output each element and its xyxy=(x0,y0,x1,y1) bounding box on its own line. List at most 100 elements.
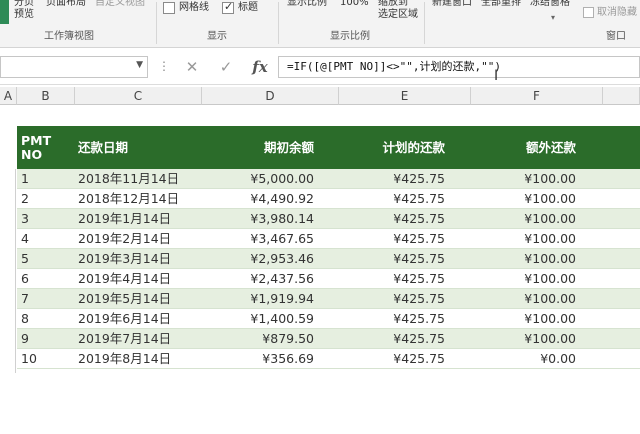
page-break-preview-label-1: 分页 xyxy=(14,0,34,8)
zoom-button[interactable]: 显示比例 xyxy=(287,0,327,9)
cell-balance[interactable]: ¥4,490.92 xyxy=(202,189,314,209)
column-header-a[interactable]: A xyxy=(0,87,17,105)
cell-date[interactable]: 2019年1月14日 xyxy=(78,209,171,229)
cell-pmt-no[interactable]: 4 xyxy=(21,229,29,249)
ribbon-view-tab: 分页 预览 页面布局 自定义视图 工作簿视图 网格线 ✓ 标题 显示 显示比例 … xyxy=(0,0,640,48)
cell-extra[interactable]: ¥100.00 xyxy=(457,249,576,269)
table-row: 7 2019年5月14日 ¥1,919.94 ¥425.75 ¥100.00 xyxy=(17,289,640,309)
enter-formula-button[interactable]: ✓ xyxy=(212,56,240,78)
new-window-button[interactable]: 新建窗口 xyxy=(432,0,472,9)
cell-balance[interactable]: ¥2,437.56 xyxy=(202,269,314,289)
cell-scheduled[interactable]: ¥425.75 xyxy=(327,329,445,349)
cell-scheduled[interactable]: ¥425.75 xyxy=(327,209,445,229)
cell-extra[interactable]: ¥100.00 xyxy=(457,329,576,349)
cell-scheduled[interactable]: ¥425.75 xyxy=(327,249,445,269)
headings-label: 标题 xyxy=(238,2,258,13)
cell-date[interactable]: 2018年11月14日 xyxy=(78,169,179,189)
cell-date[interactable]: 2019年2月14日 xyxy=(78,229,171,249)
cell-extra[interactable]: ¥100.00 xyxy=(457,169,576,189)
table-row: 10 2019年8月14日 ¥356.69 ¥425.75 ¥0.00 xyxy=(17,349,640,369)
cell-extra[interactable]: ¥100.00 xyxy=(457,309,576,329)
cell-balance[interactable]: ¥356.69 xyxy=(202,349,314,369)
group-separator xyxy=(156,2,157,44)
cell-scheduled[interactable]: ¥425.75 xyxy=(327,229,445,249)
cell-date[interactable]: 2019年3月14日 xyxy=(78,249,171,269)
cell-scheduled[interactable]: ¥425.75 xyxy=(327,349,445,369)
header-scheduled-payment[interactable]: 计划的还款 xyxy=(327,126,445,169)
cell-balance[interactable]: ¥2,953.46 xyxy=(202,249,314,269)
table-row: 3 2019年1月14日 ¥3,980.14 ¥425.75 ¥100.00 xyxy=(17,209,640,229)
cell-scheduled[interactable]: ¥425.75 xyxy=(327,289,445,309)
cell-date[interactable]: 2019年4月14日 xyxy=(78,269,171,289)
cell-scheduled[interactable]: ¥425.75 xyxy=(327,189,445,209)
cell-balance[interactable]: ¥1,919.94 xyxy=(202,289,314,309)
group-separator xyxy=(278,2,279,44)
name-box[interactable]: ▼ xyxy=(0,56,148,78)
table-row: 5 2019年3月14日 ¥2,953.46 ¥425.75 ¥100.00 xyxy=(17,249,640,269)
zoom-to-selection-button[interactable]: 缩放到 选定区域 xyxy=(378,0,418,21)
group-label-window: 窗口 xyxy=(606,31,626,42)
cell-pmt-no[interactable]: 5 xyxy=(21,249,29,269)
column-header-f[interactable]: F xyxy=(471,87,603,105)
arrange-all-button[interactable]: 全部重排 xyxy=(481,0,521,9)
custom-views-button[interactable]: 自定义视图 xyxy=(95,0,145,9)
cell-pmt-no[interactable]: 9 xyxy=(21,329,29,349)
cell-pmt-no[interactable]: 3 xyxy=(21,209,29,229)
column-header-e[interactable]: E xyxy=(339,87,471,105)
cell-pmt-no[interactable]: 10 xyxy=(21,349,37,369)
zoom-100-button[interactable]: 100% xyxy=(340,0,369,9)
freeze-panes-button[interactable]: 冻结窗格 xyxy=(530,0,570,9)
column-header-d[interactable]: D xyxy=(202,87,339,105)
cell-pmt-no[interactable]: 7 xyxy=(21,289,29,309)
cell-scheduled[interactable]: ¥425.75 xyxy=(327,269,445,289)
headings-checkbox[interactable]: ✓ xyxy=(222,0,234,14)
cell-balance[interactable]: ¥1,400.59 xyxy=(202,309,314,329)
unhide-icon xyxy=(583,7,594,18)
cell-date[interactable]: 2019年7月14日 xyxy=(78,329,171,349)
more-options-icon[interactable]: ⋮ xyxy=(158,59,170,73)
cell-date[interactable]: 2019年6月14日 xyxy=(78,309,171,329)
column-header-g[interactable] xyxy=(603,87,640,105)
table-row: 9 2019年7月14日 ¥879.50 ¥425.75 ¥100.00 xyxy=(17,329,640,349)
column-header-c[interactable]: C xyxy=(75,87,202,105)
table-row: 6 2019年4月14日 ¥2,437.56 ¥425.75 ¥100.00 xyxy=(17,269,640,289)
chevron-down-icon[interactable]: ▼ xyxy=(136,60,143,70)
cell-scheduled[interactable]: ¥425.75 xyxy=(327,169,445,189)
formula-input[interactable]: =IF([@[PMT NO]]<>"",计划的还款,"") xyxy=(278,56,640,78)
cancel-formula-button[interactable]: ✕ xyxy=(178,56,206,78)
page-break-preview-label-2: 预览 xyxy=(14,9,34,20)
zoom-to-selection-label-2: 选定区域 xyxy=(378,9,418,20)
header-extra-payment[interactable]: 额外还款 xyxy=(457,126,576,169)
cell-extra[interactable]: ¥100.00 xyxy=(457,289,576,309)
table-row: 1 2018年11月14日 ¥5,000.00 ¥425.75 ¥100.00 xyxy=(17,169,640,189)
table-row: 8 2019年6月14日 ¥1,400.59 ¥425.75 ¥100.00 xyxy=(17,309,640,329)
page-break-preview-button[interactable]: 分页 预览 xyxy=(14,0,34,21)
cell-extra[interactable]: ¥0.00 xyxy=(457,349,576,369)
page-layout-button[interactable]: 页面布局 xyxy=(46,0,86,9)
column-header-b[interactable]: B xyxy=(17,87,75,105)
cell-extra[interactable]: ¥100.00 xyxy=(457,229,576,249)
unhide-button[interactable]: 取消隐藏 xyxy=(597,7,637,19)
header-beginning-balance[interactable]: 期初余额 xyxy=(202,126,314,169)
cell-extra[interactable]: ¥100.00 xyxy=(457,189,576,209)
header-pmt-no[interactable]: PMT NO xyxy=(21,126,71,169)
cell-pmt-no[interactable]: 8 xyxy=(21,309,29,329)
cell-pmt-no[interactable]: 2 xyxy=(21,189,29,209)
cell-balance[interactable]: ¥3,980.14 xyxy=(202,209,314,229)
cell-balance[interactable]: ¥3,467.65 xyxy=(202,229,314,249)
group-separator xyxy=(424,2,425,44)
header-payment-date[interactable]: 还款日期 xyxy=(78,126,198,169)
cell-extra[interactable]: ¥100.00 xyxy=(457,269,576,289)
cell-pmt-no[interactable]: 6 xyxy=(21,269,29,289)
insert-function-button[interactable]: fx xyxy=(246,56,274,78)
cell-date[interactable]: 2019年5月14日 xyxy=(78,289,171,309)
gridlines-checkbox[interactable] xyxy=(163,2,175,14)
gridlines-label: 网格线 xyxy=(179,2,209,13)
cell-pmt-no[interactable]: 1 xyxy=(21,169,29,189)
cell-scheduled[interactable]: ¥425.75 xyxy=(327,309,445,329)
cell-balance[interactable]: ¥879.50 xyxy=(202,329,314,349)
cell-extra[interactable]: ¥100.00 xyxy=(457,209,576,229)
cell-date[interactable]: 2019年8月14日 xyxy=(78,349,171,369)
cell-date[interactable]: 2018年12月14日 xyxy=(78,189,179,209)
cell-balance[interactable]: ¥5,000.00 xyxy=(202,169,314,189)
